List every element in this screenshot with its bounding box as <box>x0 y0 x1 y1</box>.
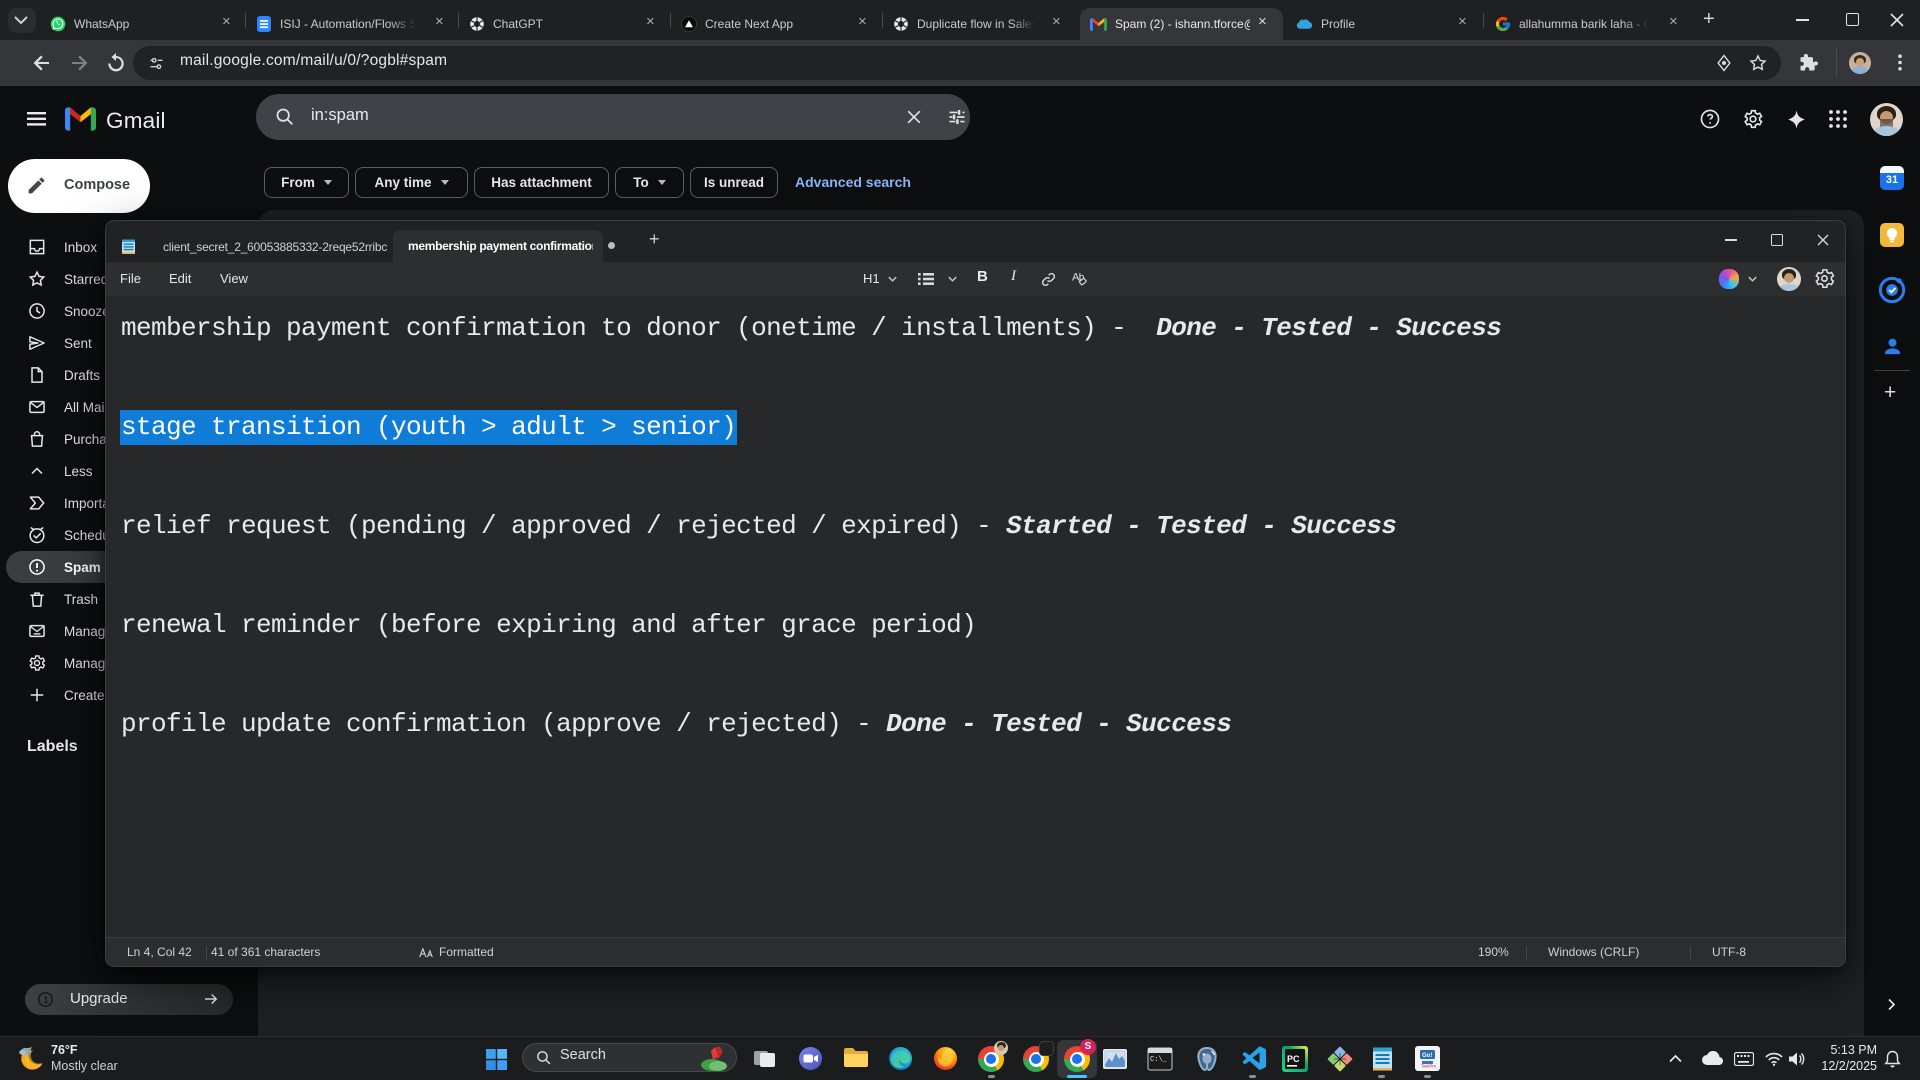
svg-text:Go!: Go! <box>1422 1053 1432 1059</box>
svg-text:TaskPro: TaskPro <box>1421 1064 1437 1069</box>
svg-text:1: 1 <box>43 995 48 1005</box>
svg-text:PC: PC <box>1287 1054 1300 1064</box>
svg-text:C:\_: C:\_ <box>1150 1056 1168 1064</box>
